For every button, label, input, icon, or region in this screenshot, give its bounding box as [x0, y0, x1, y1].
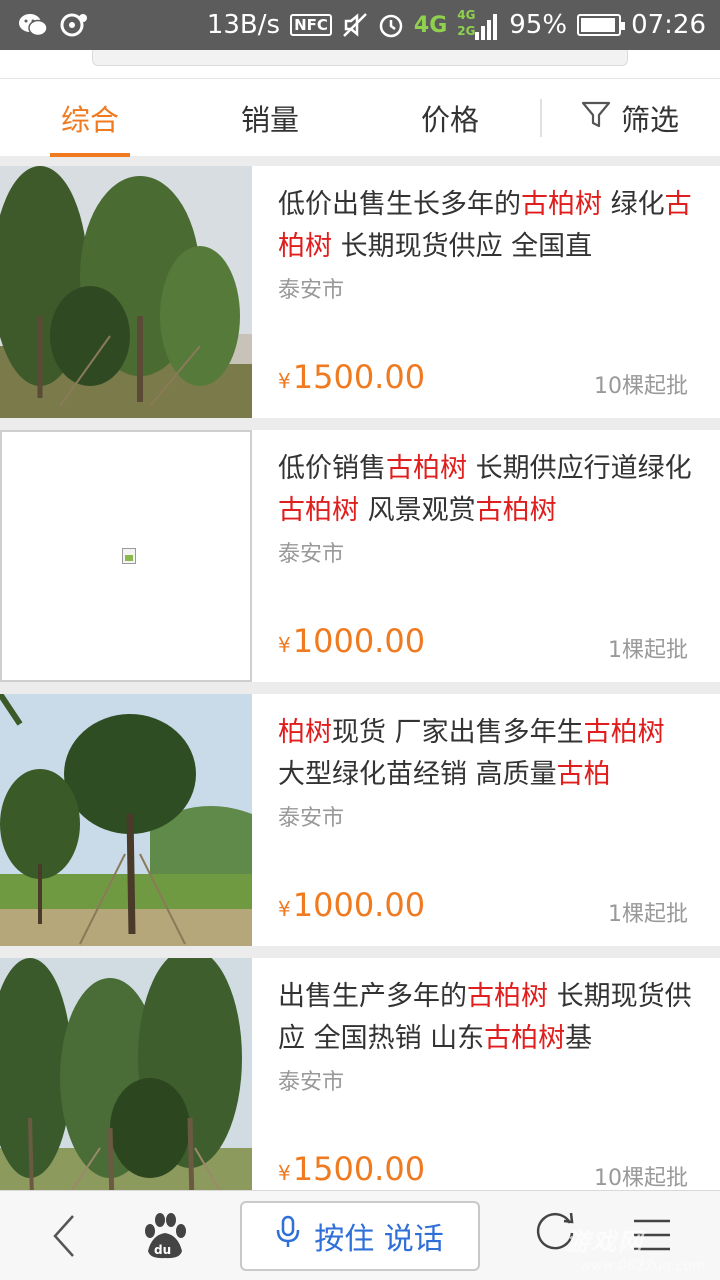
product-city: 泰安市 [278, 542, 345, 567]
product-image[interactable] [0, 430, 252, 682]
product-min-order: 10棵起批 [594, 1166, 688, 1191]
notification-icon [60, 12, 88, 38]
header: 综合 销量 价格 筛选 [0, 50, 720, 157]
tab-comprehensive[interactable]: 综合 [0, 79, 180, 157]
product-item[interactable]: 低价销售古柏树 长期供应行道绿化古柏树 风景观赏古柏树 泰安市 ¥1000.00… [0, 430, 720, 682]
product-city: 泰安市 [278, 278, 345, 303]
product-price: ¥1000.00 [278, 622, 426, 660]
product-image[interactable] [0, 958, 252, 1210]
wechat-icon [18, 12, 48, 38]
product-title[interactable]: 出售生产多年的古柏树 长期现货供应 全国热销 山东古柏树基 [278, 976, 696, 1064]
network-4g: 4G [413, 12, 448, 38]
baidu-paw-icon[interactable]: du [140, 1211, 190, 1261]
tab-divider [540, 99, 542, 137]
product-min-order: 1棵起批 [608, 638, 688, 663]
tab-sales[interactable]: 销量 [180, 79, 360, 157]
product-title[interactable]: 低价销售古柏树 长期供应行道绿化古柏树 风景观赏古柏树 [278, 448, 696, 536]
voice-input-button[interactable]: 按住 说话 [240, 1201, 480, 1271]
watermark-url: www.0827uq.com [580, 1258, 706, 1274]
mute-icon [342, 12, 368, 38]
signal-icon: 4G 2G [457, 8, 499, 42]
product-item[interactable]: 低价出售生长多年的古柏树 绿化古柏树 长期现货供应 全国直 泰安市 ¥1500.… [0, 166, 720, 418]
menu-icon[interactable] [632, 1215, 672, 1255]
product-price: ¥1500.00 [278, 1150, 426, 1188]
product-price: ¥1000.00 [278, 886, 426, 924]
back-icon[interactable] [44, 1213, 84, 1259]
product-price: ¥1500.00 [278, 358, 426, 396]
nfc-icon: NFC [290, 14, 332, 36]
product-item[interactable]: 出售生产多年的古柏树 长期现货供应 全国热销 山东古柏树基 泰安市 ¥1500.… [0, 958, 720, 1210]
search-bar[interactable] [92, 50, 628, 66]
product-image[interactable] [0, 166, 252, 418]
battery-icon [577, 14, 626, 36]
tab-price[interactable]: 价格 [360, 79, 540, 157]
product-city: 泰安市 [278, 806, 345, 831]
battery-percent: 95% [509, 10, 568, 40]
product-min-order: 1棵起批 [608, 902, 688, 927]
broken-image-icon [122, 548, 136, 564]
status-bar: 13B/s NFC 4G 4G 2G 95% 07:26 [0, 0, 720, 50]
product-min-order: 10棵起批 [594, 374, 688, 399]
tab-filter[interactable]: 筛选 [540, 79, 720, 157]
refresh-icon[interactable] [534, 1209, 576, 1251]
filter-icon [581, 100, 611, 137]
clock: 07:26 [631, 10, 706, 40]
microphone-icon [276, 1215, 300, 1257]
alarm-icon [378, 12, 404, 38]
sort-tabs: 综合 销量 价格 筛选 [0, 78, 720, 157]
product-title[interactable]: 柏树现货 厂家出售多年生古柏树 大型绿化苗经销 高质量古柏 [278, 712, 696, 800]
network-speed: 13B/s [206, 10, 281, 40]
product-city: 泰安市 [278, 1070, 345, 1095]
product-title[interactable]: 低价出售生长多年的古柏树 绿化古柏树 长期现货供应 全国直 [278, 184, 696, 272]
svg-text:du: du [154, 1243, 171, 1257]
product-image[interactable] [0, 694, 252, 946]
product-item[interactable]: 柏树现货 厂家出售多年生古柏树 大型绿化苗经销 高质量古柏 泰安市 ¥1000.… [0, 694, 720, 946]
